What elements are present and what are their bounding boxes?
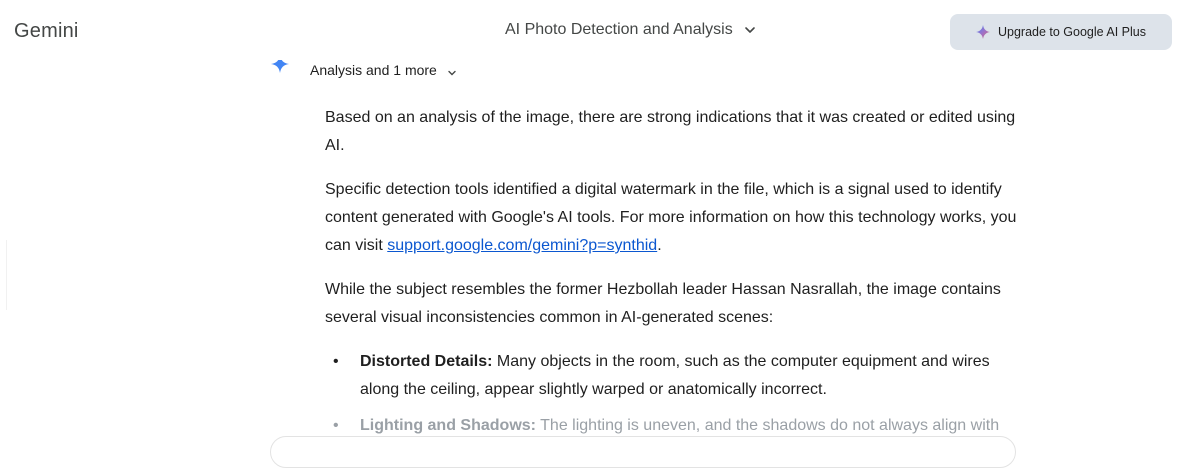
- upgrade-button[interactable]: Upgrade to Google AI Plus: [950, 14, 1172, 50]
- response-paragraph-2: Specific detection tools identified a di…: [325, 176, 1025, 260]
- thinking-label: Analysis and 1 more: [310, 62, 437, 78]
- top-bar: Gemini AI Photo Detection and Analysis U…: [0, 0, 1184, 60]
- response-body: Based on an analysis of the image, there…: [325, 104, 1025, 448]
- sidebar-edge: [0, 240, 7, 310]
- synthid-link[interactable]: support.google.com/gemini?p=synthid: [387, 237, 657, 254]
- list-item: Distorted Details: Many objects in the r…: [325, 348, 1025, 404]
- inconsistency-list: Distorted Details: Many objects in the r…: [325, 348, 1025, 440]
- chevron-down-icon: [743, 23, 757, 37]
- paragraph-2-end: .: [657, 237, 662, 254]
- sparkle-icon: [975, 25, 990, 39]
- response-paragraph-1: Based on an analysis of the image, there…: [325, 109, 1016, 154]
- list-item-text: The lighting is uneven, and the shadows …: [535, 417, 1000, 434]
- conversation-title-dropdown[interactable]: AI Photo Detection and Analysis: [505, 21, 757, 39]
- conversation-title: AI Photo Detection and Analysis: [505, 21, 733, 38]
- upgrade-label: Upgrade to Google AI Plus: [997, 25, 1146, 39]
- list-item-title: Lighting and Shadows:: [360, 417, 536, 434]
- chevron-down-icon: [447, 65, 457, 76]
- thinking-summary[interactable]: Analysis and 1 more: [310, 62, 457, 78]
- app-logo-text[interactable]: Gemini: [14, 20, 79, 43]
- response-paragraph-3: While the subject resembles the former H…: [325, 281, 1001, 326]
- list-item-title: Distorted Details:: [360, 353, 493, 370]
